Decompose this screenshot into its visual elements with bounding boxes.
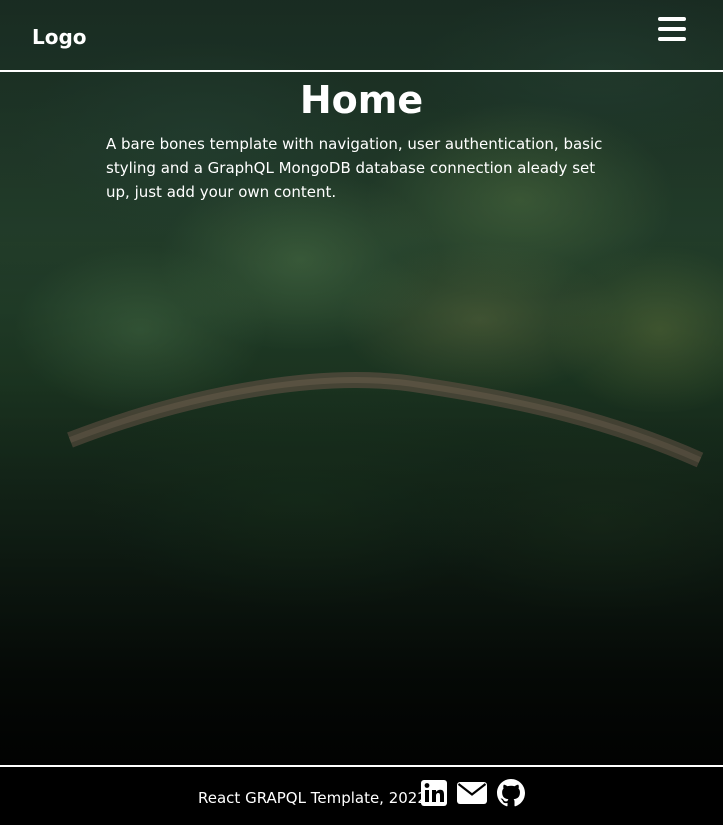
- navbar: Logo: [0, 0, 723, 72]
- hamburger-menu-icon[interactable]: [658, 17, 686, 43]
- email-icon[interactable]: [457, 782, 487, 808]
- logo[interactable]: Logo: [32, 25, 87, 49]
- page-title: Home: [299, 78, 424, 122]
- menu-bar: [658, 27, 686, 31]
- github-icon[interactable]: [497, 779, 525, 811]
- menu-bar: [658, 37, 686, 41]
- footer-copyright: React GRAPQL Template, 2022: [198, 789, 427, 807]
- linkedin-icon[interactable]: [420, 779, 448, 811]
- page-description: A bare bones template with navigation, u…: [106, 135, 603, 201]
- footer: React GRAPQL Template, 2022: [0, 765, 723, 825]
- menu-bar: [658, 17, 686, 21]
